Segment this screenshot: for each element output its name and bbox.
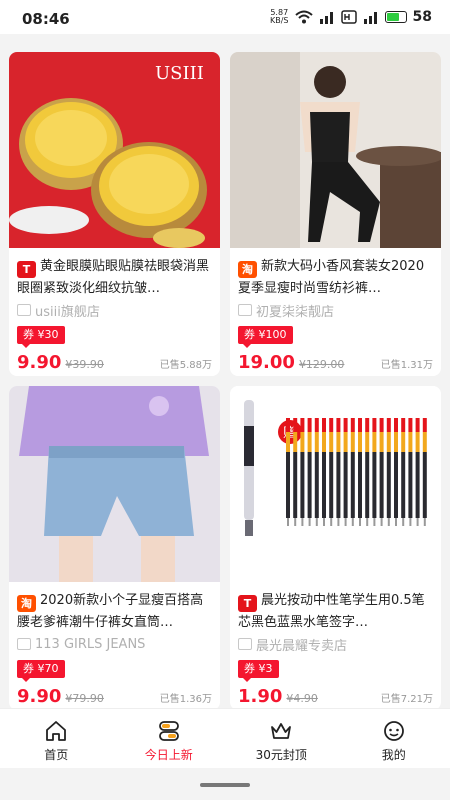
product-title[interactable]: 淘 2020新款小个子显瘦百搭高腰老爹裤潮牛仔裤女直筒… (17, 590, 212, 632)
coupon-badge[interactable]: 券 ¥100 (238, 326, 293, 348)
product-feed[interactable]: USIII T 黄金眼膜贴眼贴膜祛眼袋消黑眼圈紧致淡化细纹抗皱… usiii旗舰店… (0, 44, 450, 708)
sold-count: 已售1.36万 (159, 694, 212, 705)
product-title[interactable]: 淘新款大码小香风套装女2020夏季显瘦时尚雪纺衫裤… (238, 256, 433, 298)
price: 1.90 (238, 686, 283, 707)
system-nav-area (0, 768, 450, 800)
tab-home[interactable]: 首页 (0, 709, 113, 768)
coupon-badge[interactable]: 券 ¥3 (238, 660, 279, 682)
network-speed: 5.87 KB/S (270, 8, 289, 25)
tab-new-today-label: 今日上新 (144, 748, 193, 762)
home-icon (46, 721, 67, 741)
tmall-icon: T (238, 595, 257, 612)
product-card[interactable]: USIII T 黄金眼膜贴眼贴膜祛眼袋消黑眼圈紧致淡化细纹抗皱… usiii旗舰店… (9, 52, 220, 376)
signal-icon-2 (363, 12, 377, 24)
product-image[interactable] (230, 52, 441, 248)
home-indicator[interactable] (200, 783, 250, 787)
tab-30-yuan-cap-label: 30元封顶 (255, 748, 307, 762)
bottom-tab-bar: 首页 今日上新 30元封顶 我的 (0, 708, 450, 768)
product-card[interactable]: 淘 2020新款小个子显瘦百搭高腰老爹裤潮牛仔裤女直筒… 113 GIRLS JE… (9, 386, 220, 708)
crown-icon (271, 723, 292, 739)
hd-icon (340, 10, 357, 24)
sold-count: 已售5.88万 (159, 360, 212, 371)
product-title[interactable]: T 晨光按动中性笔学生用0.5笔芯黑色蓝黑水笔签字… (238, 590, 433, 632)
tab-profile[interactable]: 我的 (338, 709, 450, 768)
sold-count: 已售7.21万 (380, 694, 433, 705)
shop-icon (17, 304, 31, 316)
coupon-badge[interactable]: 券 ¥30 (17, 326, 65, 348)
shop-icon (238, 304, 252, 316)
tab-30-yuan-cap[interactable]: 30元封顶 (225, 709, 338, 768)
shop-icon (238, 638, 252, 650)
battery-level: 58 (412, 9, 432, 25)
status-icons: 5.87 KB/S 58 (270, 8, 432, 26)
shop-icon (17, 638, 31, 650)
original-price: ¥4.90 (286, 692, 318, 705)
price: 9.90 (17, 686, 62, 707)
shop-name[interactable]: 初夏柒柒靓店 (238, 301, 433, 320)
sold-count: 已售1.31万 (380, 360, 433, 371)
signal-icon (319, 12, 333, 24)
taobao-icon: 淘 (238, 261, 257, 278)
original-price: ¥79.90 (65, 692, 104, 705)
product-image[interactable]: USIII (9, 52, 220, 248)
shop-name[interactable]: 113 GIRLS JEANS (17, 635, 212, 653)
tmall-icon: T (17, 261, 36, 278)
status-time: 08:46 (22, 10, 70, 28)
product-image[interactable] (9, 386, 220, 582)
product-image-brand-text: USIII (155, 63, 204, 84)
original-price: ¥39.90 (65, 358, 104, 371)
status-bar: 08:46 5.87 KB/S 58 (0, 0, 450, 34)
taobao-icon: 淘 (17, 595, 36, 612)
profile-icon (383, 721, 404, 741)
battery-icon (384, 11, 407, 23)
coupon-badge[interactable]: 券 ¥70 (17, 660, 65, 682)
tab-profile-label: 我的 (381, 748, 406, 762)
product-card[interactable]: 赠 T晨光按动中性笔学生用0.5笔芯黑色蓝黑水笔签字… 晨光晨耀专卖店 券 ¥3… (230, 386, 441, 708)
price: 9.90 (17, 352, 62, 373)
original-price: ¥129.00 (298, 358, 345, 371)
price: 19.00 (238, 352, 295, 373)
tab-home-label: 首页 (44, 748, 69, 762)
new-today-icon (158, 721, 179, 741)
shop-name[interactable]: usiii旗舰店 (17, 301, 212, 320)
wifi-icon (294, 10, 313, 24)
product-title[interactable]: T 黄金眼膜贴眼贴膜祛眼袋消黑眼圈紧致淡化细纹抗皱… (17, 256, 212, 298)
tab-new-today[interactable]: 今日上新 (113, 709, 226, 768)
shop-name[interactable]: 晨光晨耀专卖店 (238, 635, 433, 654)
product-image[interactable]: 赠 (230, 386, 441, 582)
product-card[interactable]: 淘新款大码小香风套装女2020夏季显瘦时尚雪纺衫裤… 初夏柒柒靓店 券 ¥100… (230, 52, 441, 376)
